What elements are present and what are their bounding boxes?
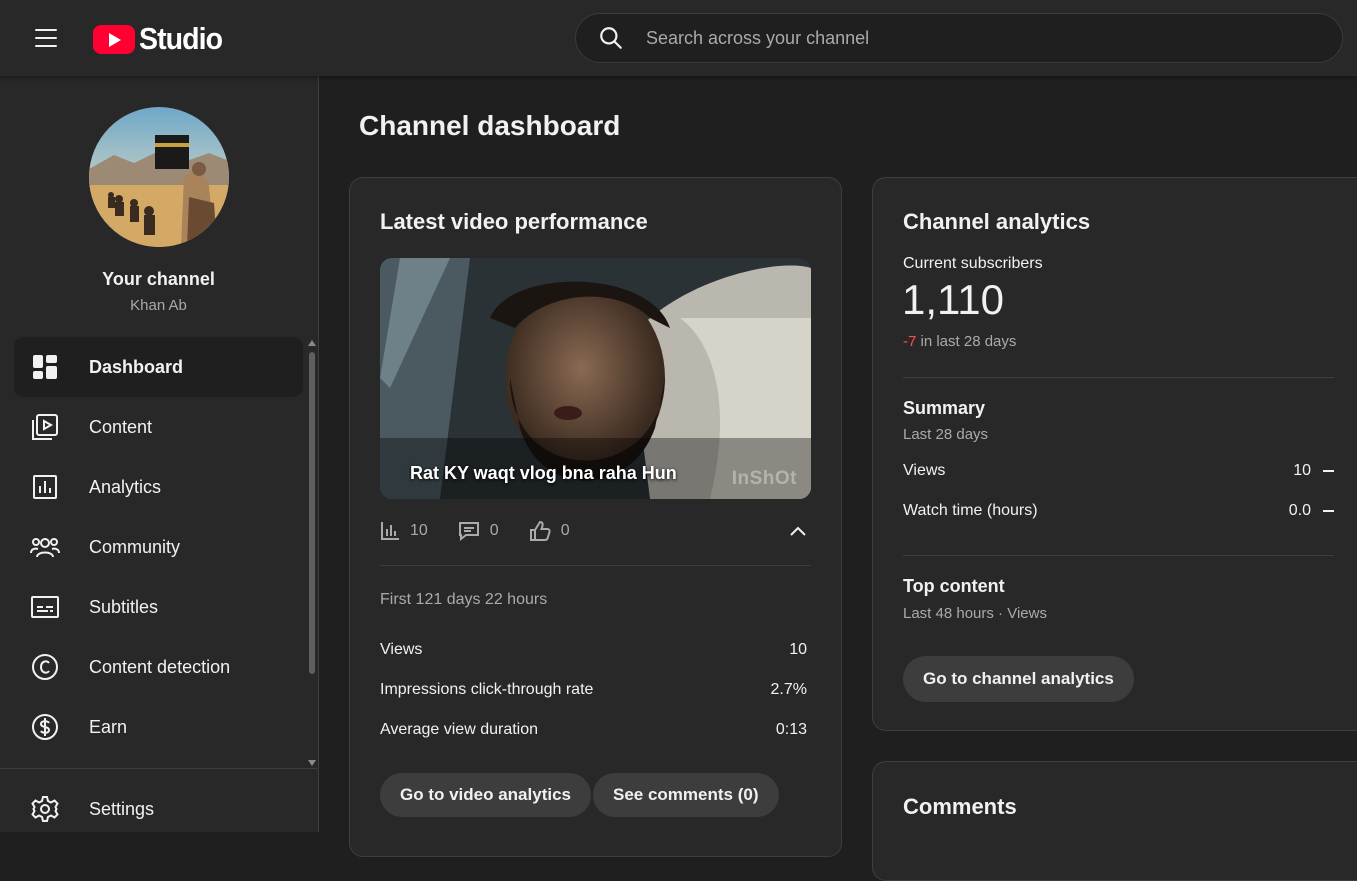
- latest-video-card: Latest video performance Rat KY waqt vlo…: [349, 177, 842, 857]
- your-channel-label: Your channel: [102, 269, 215, 289]
- sidebar-item-label: Earn: [89, 716, 128, 737]
- dash-icon: [1323, 470, 1334, 472]
- views-stat: 10: [380, 521, 428, 541]
- sidebar-item-settings[interactable]: Settings: [14, 779, 303, 839]
- comments-stat: 0: [458, 521, 499, 541]
- bar-chart-icon: [381, 522, 399, 540]
- youtube-play-icon: [93, 24, 135, 54]
- card-title: Comments: [903, 794, 1017, 819]
- summary-value: 0.0: [1288, 502, 1311, 519]
- metric-label: Average view duration: [380, 721, 539, 738]
- summary-period: Last 28 days: [903, 426, 989, 443]
- summary-value: 10: [1293, 462, 1311, 479]
- summary-label: Views: [903, 462, 946, 479]
- sidebar-item-community[interactable]: Community: [14, 517, 303, 577]
- divider: [903, 555, 1334, 556]
- community-icon: [30, 532, 60, 562]
- sidebar-item-label: Community: [89, 536, 181, 557]
- scroll-up-icon[interactable]: [308, 340, 316, 346]
- menu-icon[interactable]: [26, 18, 66, 58]
- metric-row: Views 10: [380, 641, 807, 659]
- go-to-video-analytics-button[interactable]: Go to video analytics: [380, 773, 591, 817]
- page-title: Channel dashboard: [359, 110, 621, 141]
- performance-period: First 121 days 22 hours: [380, 591, 548, 608]
- metric-row: Impressions click-through rate 2.7%: [380, 681, 807, 699]
- collapse-chevron-icon[interactable]: [785, 518, 811, 544]
- sidebar-item-subtitles[interactable]: Subtitles: [14, 577, 303, 637]
- subscribers-count: 1,110: [902, 276, 1004, 323]
- divider: [903, 377, 1334, 378]
- dash-icon: [1323, 510, 1334, 512]
- change-text: in last 28 days: [916, 333, 1017, 350]
- metric-label: Views: [380, 641, 423, 658]
- subtitles-icon: [30, 592, 60, 622]
- likes-stat: 0: [529, 520, 570, 542]
- analytics-icon: [30, 472, 60, 502]
- sidebar-item-label: Subtitles: [89, 596, 159, 617]
- comment-icon: [458, 522, 479, 541]
- metric-value: 10: [789, 641, 807, 658]
- sidebar-item-label: Dashboard: [89, 356, 184, 377]
- sidebar-divider: [0, 768, 317, 769]
- change-value: -7: [903, 333, 917, 350]
- sidebar-item-label: Content detection: [89, 656, 231, 677]
- top-bar: Studio: [0, 0, 1357, 76]
- summary-title: Summary: [903, 398, 986, 418]
- scroll-down-icon[interactable]: [308, 760, 316, 766]
- thumbs-up-icon: [529, 520, 551, 541]
- settings-label: Settings: [89, 798, 155, 819]
- search-icon[interactable]: [598, 25, 624, 51]
- video-stats-row: 10 0 0: [380, 518, 811, 544]
- gear-icon: [30, 794, 60, 824]
- channel-avatar[interactable]: [89, 107, 229, 247]
- copyright-icon: [30, 652, 60, 682]
- metric-value: 0:13: [775, 721, 807, 738]
- likes-count: 0: [560, 522, 570, 539]
- summary-row: Watch time (hours) 0.0: [903, 502, 1334, 520]
- studio-logo[interactable]: Studio: [93, 21, 229, 57]
- sidebar-item-analytics[interactable]: Analytics: [14, 457, 303, 517]
- watermark: InShOt: [731, 468, 797, 489]
- video-thumbnail[interactable]: Rat KY waqt vlog bna raha Hun InShOt: [380, 258, 811, 499]
- sidebar-item-label: Analytics: [89, 476, 162, 497]
- sidebar-item-label: Content: [89, 416, 153, 437]
- sidebar-scrollbar[interactable]: [307, 338, 316, 768]
- metric-row: Average view duration 0:13: [380, 721, 807, 739]
- top-content-title: Top content: [903, 576, 1005, 596]
- sidebar-item-content-detection[interactable]: Content detection: [14, 637, 303, 697]
- subscribers-change: -7 in last 28 days: [903, 333, 1016, 350]
- dollar-icon: [30, 712, 60, 742]
- see-comments-button[interactable]: See comments (0): [593, 773, 779, 817]
- metric-label: Impressions click-through rate: [380, 681, 594, 698]
- search-input[interactable]: [646, 27, 1286, 49]
- sidebar-item-earn[interactable]: Earn: [14, 697, 303, 757]
- sidebar-item-dashboard[interactable]: Dashboard: [14, 337, 303, 397]
- views-count: 10: [410, 522, 428, 539]
- metric-value: 2.7%: [770, 681, 807, 698]
- scrollbar-thumb[interactable]: [309, 352, 315, 674]
- summary-label: Watch time (hours): [903, 502, 1038, 519]
- subscribers-label: Current subscribers: [903, 255, 1043, 272]
- channel-name: Khan Ab: [130, 297, 187, 314]
- video-title: Rat KY waqt vlog bna raha Hun: [410, 463, 677, 483]
- sidebar-nav: Dashboard Content Analytics Community Su…: [14, 337, 303, 757]
- comments-count: 0: [489, 522, 499, 539]
- main-content: Channel dashboard Latest video performan…: [320, 76, 1357, 881]
- summary-row: Views 10: [903, 462, 1334, 480]
- card-title: Channel analytics: [903, 209, 1091, 234]
- sidebar: Your channel Khan Ab Dashboard Content A…: [0, 76, 319, 832]
- logo-text: Studio: [139, 21, 223, 56]
- top-content-sub: Last 48 hours · Views: [903, 605, 1047, 622]
- sidebar-item-content[interactable]: Content: [14, 397, 303, 457]
- divider: [380, 565, 811, 566]
- comments-card: Comments: [872, 761, 1357, 881]
- content-icon: [30, 412, 60, 442]
- channel-analytics-card: Channel analytics Current subscribers 1,…: [872, 177, 1357, 731]
- go-to-channel-analytics-button[interactable]: Go to channel analytics: [903, 656, 1134, 702]
- card-title: Latest video performance: [380, 209, 648, 234]
- dashboard-icon: [30, 352, 60, 382]
- search-bar[interactable]: [575, 13, 1343, 63]
